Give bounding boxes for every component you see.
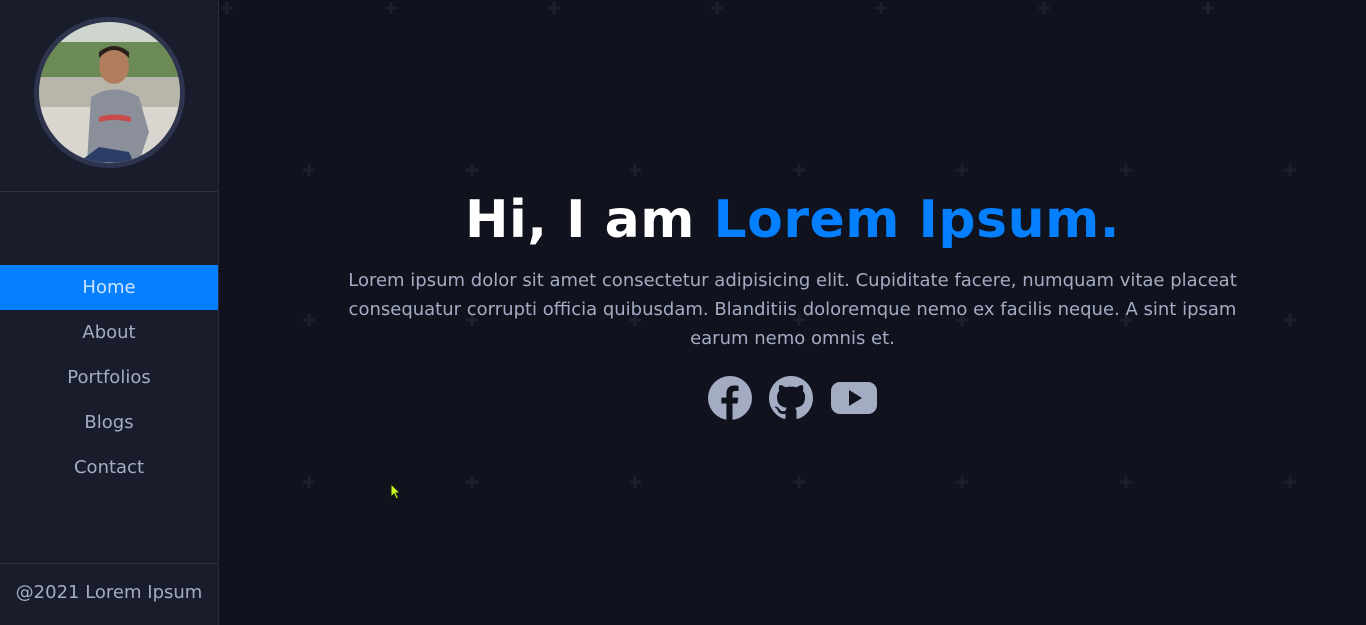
sidebar: Home About Portfolios Blogs Contact @202… (0, 0, 219, 625)
mouse-cursor-icon (390, 483, 402, 500)
nav-item-blogs[interactable]: Blogs (0, 400, 218, 445)
background-plus-mark (303, 476, 315, 488)
hero-title: Hi, I am Lorem Ipsum. (219, 190, 1366, 250)
github-link[interactable] (768, 376, 813, 420)
background-plus-mark (385, 2, 397, 14)
background-plus-mark (629, 164, 641, 176)
background-plus-mark (875, 2, 887, 14)
background-plus-mark (1284, 314, 1296, 326)
github-icon (768, 376, 813, 419)
background-plus-mark (793, 164, 805, 176)
nav-item-about[interactable]: About (0, 310, 218, 355)
footer-divider (0, 563, 218, 564)
background-plus-mark (1284, 164, 1296, 176)
background-plus-mark (466, 164, 478, 176)
background-plus-mark (466, 476, 478, 488)
background-plus-mark (1120, 164, 1132, 176)
facebook-icon (707, 376, 752, 420)
background-plus-mark (1284, 476, 1296, 488)
hero-title-name: Lorem Ipsum. (713, 190, 1121, 250)
hero-title-prefix: Hi, I am (464, 190, 714, 250)
hero-description: Lorem ipsum dolor sit amet consectetur a… (348, 270, 1237, 349)
background-plus-mark (711, 2, 723, 14)
youtube-link[interactable] (830, 376, 878, 420)
background-plus-mark (303, 314, 315, 326)
background-plus-mark (956, 164, 968, 176)
avatar (34, 17, 185, 168)
background-plus-mark (548, 2, 560, 14)
background-plus-mark (221, 2, 233, 14)
youtube-icon (830, 382, 877, 414)
background-plus-mark (793, 476, 805, 488)
copyright-text: @2021 Lorem Ipsum (15, 582, 203, 603)
avatar-photo (39, 22, 180, 163)
nav-item-contact[interactable]: Contact (0, 445, 218, 490)
background-plus-mark (956, 476, 968, 488)
main-content: Hi, I am Lorem Ipsum. Lorem ipsum dolor … (219, 0, 1366, 625)
nav-item-home[interactable]: Home (0, 265, 218, 310)
background-plus-mark (629, 476, 641, 488)
app: Home About Portfolios Blogs Contact @202… (0, 0, 1366, 625)
background-plus-mark (1120, 476, 1132, 488)
main-nav: Home About Portfolios Blogs Contact (0, 265, 218, 490)
social-links (219, 376, 1366, 420)
background-plus-mark (303, 164, 315, 176)
nav-item-portfolios[interactable]: Portfolios (0, 355, 218, 400)
facebook-link[interactable] (707, 376, 752, 420)
profile-section (0, 0, 218, 192)
background-plus-mark (1038, 2, 1050, 14)
background-plus-mark (1202, 2, 1214, 14)
